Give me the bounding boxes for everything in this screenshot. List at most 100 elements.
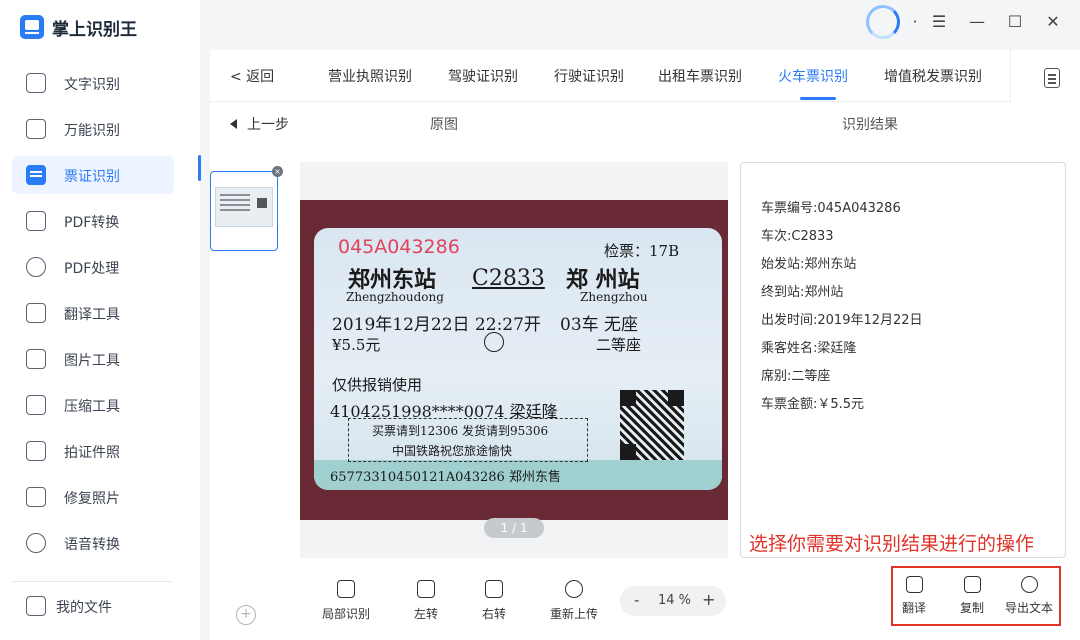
rotate-right-button[interactable]: 右转 <box>464 580 524 622</box>
result-departure-time: 出发时间:2019年12月22日 <box>761 313 923 328</box>
sidebar-item-voice[interactable]: 语音转换 <box>12 524 174 562</box>
app-name: 掌上识别王 <box>52 19 137 40</box>
remove-thumbnail-icon[interactable]: × <box>272 166 283 177</box>
sidebar-item-label: 拍证件照 <box>64 445 120 461</box>
minimize-button[interactable]: — <box>966 8 988 34</box>
zoom-out-button[interactable]: - <box>634 591 639 609</box>
rotate-left-icon <box>417 580 435 598</box>
original-image-heading: 原图 <box>430 117 458 133</box>
translate-icon <box>26 303 46 323</box>
result-from-station: 始发站:郑州东站 <box>761 257 857 272</box>
copy-button[interactable]: 复制 <box>957 576 987 616</box>
ticket-to-pinyin: Zhengzhou <box>580 290 648 304</box>
sidebar-item-label: 修复照片 <box>64 491 120 507</box>
maximize-button[interactable]: ☐ <box>1004 8 1026 34</box>
tab-vat-invoice[interactable]: 增值税发票识别 <box>884 66 982 86</box>
result-panel: 车票编号:045A043286 车次:C2833 始发站:郑州东站 终到站:郑州… <box>740 162 1066 558</box>
document-list-icon[interactable] <box>1044 68 1060 88</box>
main-panel: < 返回 营业执照识别 驾驶证识别 行驶证识别 出租车票识别 火车票识别 增值税… <box>210 50 1080 640</box>
partial-recognition-button[interactable]: 局部识别 <box>316 580 376 622</box>
tool-label: 局部识别 <box>321 607 370 621</box>
tool-label: 重新上传 <box>549 607 598 621</box>
user-avatar[interactable] <box>866 5 900 39</box>
sidebar: 掌上识别王 文字识别 万能识别 票证识别 PDF转换 PDF处理 翻译工具 图片… <box>0 0 200 640</box>
sidebar-item-translate[interactable]: 翻译工具 <box>12 294 174 332</box>
action-label: 翻译 <box>901 601 926 615</box>
sidebar-divider <box>12 581 172 582</box>
prev-step-label: 上一步 <box>247 117 289 133</box>
page-indicator: 1 / 1 <box>484 518 544 538</box>
sidebar-item-label: 文字识别 <box>64 77 120 93</box>
sidebar-item-text-recognition[interactable]: 文字识别 <box>12 64 174 102</box>
app-logo-icon <box>20 15 44 39</box>
translate-button[interactable]: 翻译 <box>899 576 929 616</box>
sidebar-item-label: 翻译工具 <box>64 307 120 323</box>
id-photo-icon <box>26 441 46 461</box>
repair-photo-icon <box>26 487 46 507</box>
sidebar-item-pdf-convert[interactable]: PDF转换 <box>12 202 174 240</box>
ticket-thumbnail-image <box>215 187 273 227</box>
sidebar-item-repair-photo[interactable]: 修复照片 <box>12 478 174 516</box>
ticket-notice-line1: 买票请到12306 发货请到95306 <box>372 424 549 438</box>
ticket-train-number: C2833 <box>472 266 545 291</box>
action-label: 导出文本 <box>1004 601 1053 615</box>
back-button[interactable]: < 返回 <box>230 66 274 86</box>
pdf-process-icon <box>26 257 46 277</box>
tab-business-license[interactable]: 营业执照识别 <box>328 66 412 86</box>
ticket-from-pinyin: Zhengzhoudong <box>346 290 444 304</box>
sidebar-item-pdf-process[interactable]: PDF处理 <box>12 248 174 286</box>
universal-scan-icon <box>26 119 46 139</box>
result-ticket-number: 车票编号:045A043286 <box>761 201 901 216</box>
tab-vehicle-license[interactable]: 行驶证识别 <box>554 66 624 86</box>
sidebar-item-label: 压缩工具 <box>64 399 120 415</box>
rotate-left-button[interactable]: 左转 <box>396 580 456 622</box>
my-files-icon <box>26 596 46 616</box>
sidebar-item-universal[interactable]: 万能识别 <box>12 110 174 148</box>
tab-train-ticket[interactable]: 火车票识别 <box>778 66 848 86</box>
result-train-number: 车次:C2833 <box>761 229 834 244</box>
zoom-control: - 14 % + <box>620 586 726 616</box>
ticket-note: 仅供报销使用 <box>332 376 423 394</box>
prev-step-button[interactable]: 上一步 <box>230 114 289 134</box>
sidebar-item-image-tool[interactable]: 图片工具 <box>12 340 174 378</box>
sidebar-item-id-photo[interactable]: 拍证件照 <box>12 432 174 470</box>
zoom-in-button[interactable]: + <box>702 590 715 609</box>
sidebar-item-label: PDF处理 <box>64 261 120 277</box>
ticket-serial: 65773310450121A043286 郑州东售 <box>330 470 561 485</box>
export-text-button[interactable]: 导出文本 <box>1003 576 1055 616</box>
sidebar-item-my-files[interactable]: 我的文件 <box>12 587 174 625</box>
result-fare: 车票金额:￥5.5元 <box>761 397 865 412</box>
result-to-station: 终到站:郑州站 <box>761 285 844 300</box>
app-brand: 掌上识别王 <box>20 12 137 42</box>
train-ticket: 045A043286 检票：17B 郑州东站 Zhengzhoudong C28… <box>314 228 722 490</box>
tab-taxi-receipt[interactable]: 出租车票识别 <box>658 66 742 86</box>
close-button[interactable]: ✕ <box>1042 8 1064 34</box>
ticket-class: 二等座 <box>596 336 642 354</box>
add-page-button[interactable]: + <box>236 605 256 625</box>
image-tool-icon <box>26 349 46 369</box>
reupload-button[interactable]: 重新上传 <box>544 580 604 622</box>
ticket-photo: 045A043286 检票：17B 郑州东站 Zhengzhoudong C28… <box>300 200 728 520</box>
tool-label: 右转 <box>481 607 506 621</box>
voice-convert-icon <box>26 533 46 553</box>
ticket-datetime: 2019年12月22日 22:27开 <box>332 315 541 335</box>
page-thumbnail[interactable] <box>210 171 278 251</box>
export-text-icon <box>1020 576 1038 593</box>
translate-action-icon <box>905 576 923 593</box>
sidebar-item-ticket[interactable]: 票证识别 <box>12 156 174 194</box>
ticket-recognition-icon <box>26 165 46 185</box>
annotation-hint: 选择你需要对识别结果进行的操作 <box>749 533 1035 555</box>
tab-driver-license[interactable]: 驾驶证识别 <box>448 66 518 86</box>
ticket-gate: 检票：17B <box>604 242 680 260</box>
sidebar-item-compress[interactable]: 压缩工具 <box>12 386 174 424</box>
action-label: 复制 <box>959 601 984 615</box>
copy-icon <box>963 576 981 593</box>
sidebar-item-label: 我的文件 <box>56 600 112 616</box>
menu-icon[interactable]: ☰ <box>928 8 950 34</box>
pdf-convert-icon <box>26 211 46 231</box>
text-recognition-icon <box>26 73 46 93</box>
tab-bar: < 返回 营业执照识别 驾驶证识别 行驶证识别 出租车票识别 火车票识别 增值税… <box>210 50 1032 102</box>
more-dot[interactable]: · <box>906 8 924 34</box>
ticket-stamp-icon <box>484 332 504 352</box>
sidebar-item-label: 图片工具 <box>64 353 120 369</box>
